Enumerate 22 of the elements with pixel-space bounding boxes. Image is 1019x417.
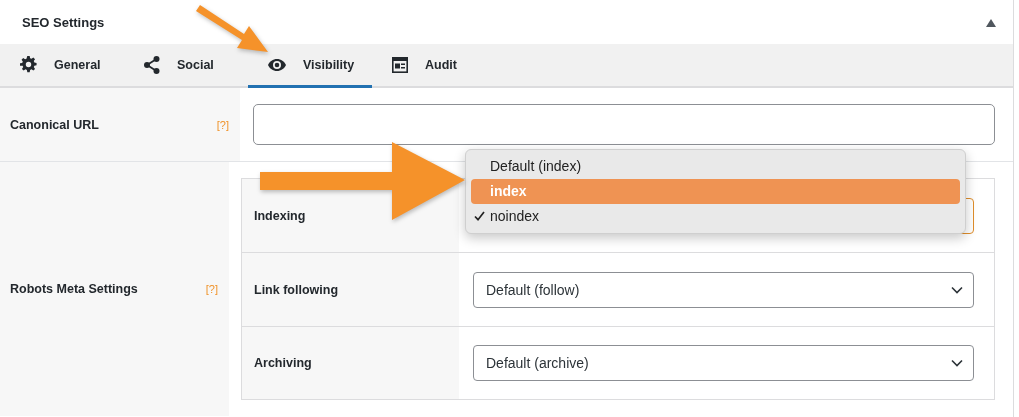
url-field[interactable] xyxy=(253,104,995,145)
collapse-icon[interactable] xyxy=(986,18,996,27)
field-label: Indexing xyxy=(254,208,306,223)
field-label: Archiving xyxy=(254,356,312,370)
report-icon xyxy=(392,56,408,73)
arrow xyxy=(196,5,268,52)
field-label: Link following xyxy=(254,282,338,297)
chevron-icon xyxy=(951,285,963,294)
select-field[interactable]: Default (follow) xyxy=(473,271,974,308)
field-label: Robots Meta Settings xyxy=(10,282,138,296)
dropdown-option[interactable]: noindex xyxy=(471,203,960,229)
gear-icon xyxy=(20,56,37,73)
share-icon xyxy=(144,55,160,74)
dropdown-option[interactable]: Default (index) xyxy=(471,153,960,179)
field-label: Canonical URL xyxy=(10,117,99,132)
tab[interactable]: Social xyxy=(124,44,248,88)
tab[interactable]: Audit xyxy=(372,44,496,88)
tab[interactable]: General xyxy=(0,44,124,88)
select-field[interactable]: Default (archive) xyxy=(473,345,974,381)
panel-title: SEO Settings xyxy=(22,14,105,30)
eye-icon xyxy=(268,58,286,71)
chevron-icon xyxy=(951,359,963,367)
